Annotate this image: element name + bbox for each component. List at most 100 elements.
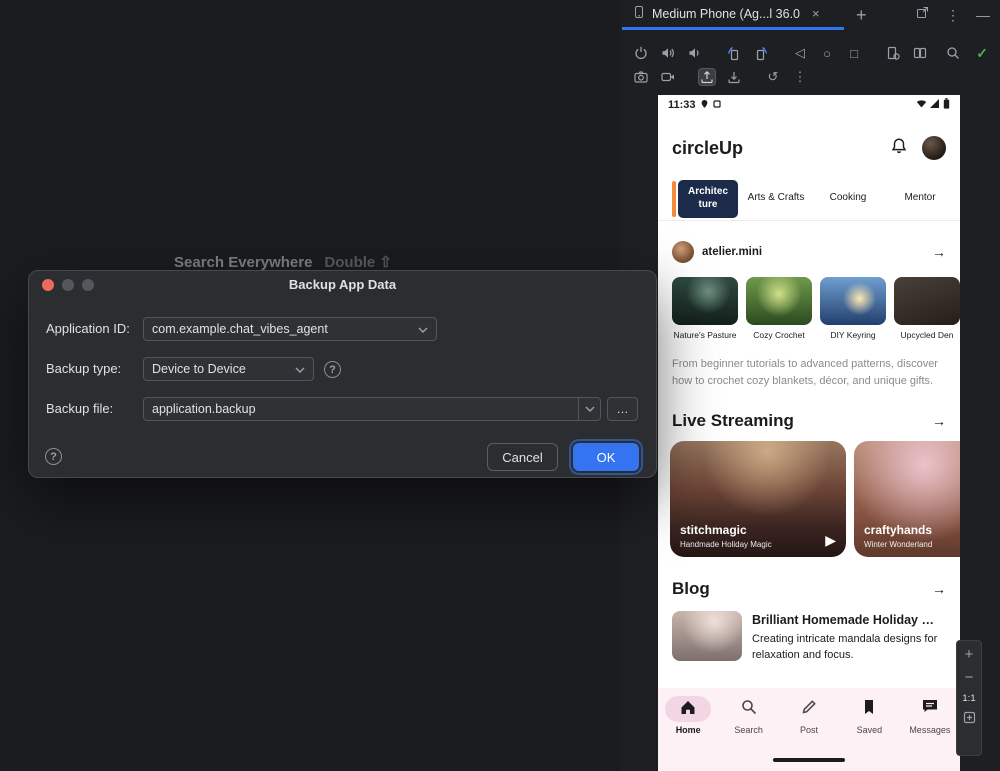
nav-messages[interactable]: Messages [900,696,960,771]
chevron-down-icon [418,322,428,336]
live-card-stitchmagic[interactable]: stitchmagic Handmade Holiday Magic ▶ [670,441,846,557]
blog-title: Blog [672,579,710,599]
play-icon[interactable]: ▶ [825,532,836,549]
panel-options-kebab-icon[interactable]: ⋮ [946,7,960,24]
card-cozy-crochet-label: Cozy Crochet [746,330,812,340]
card-natures-pasture[interactable]: Nature's Pasture [672,277,738,340]
hide-panel-icon[interactable]: — [976,7,990,23]
profile-avatar[interactable] [922,136,946,160]
chevron-down-icon [295,362,305,376]
backup-upload-icon[interactable] [698,68,716,86]
tab-architecture[interactable]: Architec ture [678,180,738,218]
phone-device-icon [632,5,646,22]
screenshot-camera-icon[interactable] [632,68,650,86]
app-title: circleUp [672,138,743,159]
tab-mentor[interactable]: Mentor [890,180,950,218]
creator-name: atelier.mini [702,246,762,258]
search-everywhere-shortcut: Double ⇧ [324,254,392,271]
backup-file-dropdown-arrow[interactable] [578,398,600,420]
overview-button-icon[interactable]: □ [845,44,863,62]
blog-item[interactable]: Brilliant Homemade Holiday … Creating in… [672,611,946,664]
volume-up-icon[interactable] [659,44,677,62]
snapshot-icon[interactable] [884,44,902,62]
saved-bookmark-icon [861,698,877,721]
status-app-icon [713,99,721,111]
hardware-input-icon[interactable] [944,44,962,62]
nav-saved[interactable]: Saved [839,696,899,771]
card-diy-keyring-label: DIY Keyring [820,330,886,340]
close-tab-icon[interactable]: × [812,6,820,21]
battery-icon [943,98,950,112]
zoom-ratio-label[interactable]: 1:1 [962,693,975,704]
home-button-icon[interactable]: ○ [818,44,836,62]
back-button-icon[interactable]: ◁ [791,44,809,62]
application-id-dropdown[interactable]: com.example.chat_vibes_agent [143,317,437,341]
backup-file-combobox[interactable]: application.backup [143,397,601,421]
dialog-title: Backup App Data [29,277,656,292]
volume-down-icon[interactable] [686,44,704,62]
device-tab-bar: Medium Phone (Ag...l 36.0 × + ⋮ — [620,0,1000,31]
gesture-navigation-bar[interactable] [773,758,845,762]
search-nav-icon [740,698,758,721]
nav-home[interactable]: Home [658,696,718,771]
zoom-in-button[interactable]: + [965,647,974,663]
live-card-stitchmagic-subtitle: Handmade Holiday Magic [680,540,772,549]
power-button-icon[interactable] [632,44,650,62]
reset-device-icon[interactable]: ↺ [764,68,782,86]
browse-file-button[interactable]: … [607,397,638,421]
signal-icon [930,99,940,111]
creator-avatar [672,241,694,263]
nav-search[interactable]: Search [718,696,778,771]
live-streaming-arrow-icon[interactable]: → [932,413,946,429]
application-id-value: com.example.chat_vibes_agent [152,322,328,336]
fold-device-icon[interactable] [911,44,929,62]
add-tab-button[interactable]: + [856,3,867,27]
toolbar-kebab-icon[interactable]: ⋮ [791,68,809,86]
device-ready-check-icon: ✓ [976,45,988,62]
tab-arts-crafts[interactable]: Arts & Crafts [746,180,806,218]
panel-window-controls: ⋮ — [915,0,990,30]
zoom-to-fit-icon[interactable] [963,711,976,729]
emulator-screen[interactable]: 11:33 [658,95,960,771]
backup-type-label: Backup type: [46,357,121,381]
live-card-craftyhands[interactable]: craftyhands Winter Wonderland [854,441,960,557]
running-devices-panel: Medium Phone (Ag...l 36.0 × + ⋮ — [620,0,1000,771]
card-cozy-crochet[interactable]: Cozy Crochet [746,277,812,340]
nav-post-label: Post [800,725,818,735]
open-in-new-window-icon[interactable] [915,5,930,25]
messages-chat-icon [921,698,939,720]
rotate-left-icon[interactable] [725,44,743,62]
notifications-bell-icon[interactable] [890,137,908,160]
card-upcycled-den[interactable]: Upcycled Den [894,277,960,340]
nav-saved-pill [846,696,892,722]
location-pin-icon [700,99,709,112]
card-upcycled-den-image [894,277,960,325]
blog-arrow-icon[interactable]: → [932,581,946,597]
live-streaming-header: Live Streaming → [672,409,946,433]
search-everywhere-label: Search Everywhere [174,254,312,271]
backup-file-value: application.backup [152,402,256,416]
card-diy-keyring[interactable]: DIY Keyring [820,277,886,340]
dialog-help-icon[interactable]: ? [45,448,62,465]
backup-type-dropdown[interactable]: Device to Device [143,357,314,381]
backup-type-help-icon[interactable]: ? [324,361,341,378]
creator-row[interactable]: atelier.mini → [672,239,946,265]
live-card-stitchmagic-name: stitchmagic [680,523,747,537]
creator-description: From beginner tutorials to advanced patt… [672,356,950,389]
tab-medium-phone[interactable]: Medium Phone (Ag...l 36.0 × [622,0,844,30]
restore-download-icon[interactable] [725,68,743,86]
screen-record-icon[interactable] [659,68,677,86]
cancel-button[interactable]: Cancel [487,443,558,471]
device-toolbar-row1: ◁ ○ □ [632,42,929,64]
zoom-out-button[interactable]: − [965,670,974,686]
device-toolbar-row2: ↺ ⋮ [632,66,809,88]
blog-post-title: Brilliant Homemade Holiday … [752,613,944,627]
category-tabs: Architec ture Arts & Crafts Cooking Ment… [658,177,960,221]
nav-home-label: Home [676,725,701,735]
tab-cooking[interactable]: Cooking [818,180,878,218]
creator-arrow-icon[interactable]: → [932,244,946,260]
nav-saved-label: Saved [857,725,883,735]
blog-text: Brilliant Homemade Holiday … Creating in… [752,611,944,664]
rotate-right-icon[interactable] [752,44,770,62]
ok-button[interactable]: OK [573,443,639,471]
